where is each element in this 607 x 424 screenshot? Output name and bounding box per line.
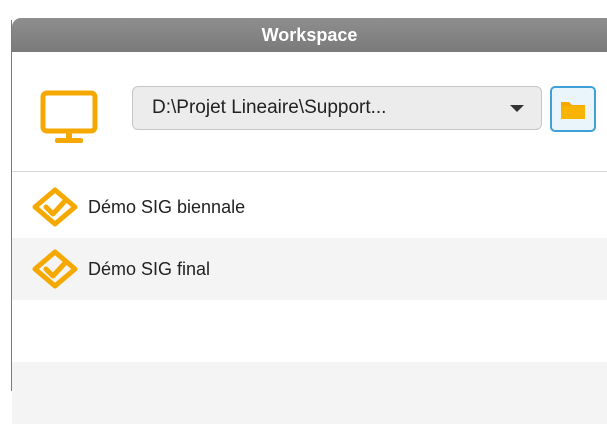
- browse-folder-button[interactable]: [550, 86, 596, 132]
- workspace-path-value: D:\Projet Lineaire\Support...: [152, 97, 387, 118]
- project-icon: [32, 249, 78, 289]
- folder-icon: [561, 102, 585, 119]
- window-title: Workspace: [261, 24, 358, 45]
- monitor-icon: [40, 90, 98, 143]
- empty-list-row: [12, 362, 607, 424]
- project-item-demo-sig-final[interactable]: Démo SIG final: [12, 238, 607, 300]
- empty-list-row: [12, 300, 607, 362]
- chevron-down-icon[interactable]: [510, 104, 524, 112]
- project-label: Démo SIG final: [88, 258, 211, 279]
- window-left-margin: [0, 0, 11, 391]
- workspace-path-dropdown[interactable]: D:\Projet Lineaire\Support...: [132, 86, 542, 130]
- project-list: Démo SIG biennale Démo SIG final: [12, 176, 607, 424]
- title-bar: Workspace: [12, 18, 607, 52]
- project-label: Démo SIG biennale: [88, 196, 246, 217]
- project-icon: [32, 187, 78, 227]
- project-item-demo-sig-biennale[interactable]: Démo SIG biennale: [12, 176, 607, 238]
- divider: [12, 171, 607, 172]
- workspace-window: Workspace D:\Projet Lineaire\Support...: [0, 0, 607, 424]
